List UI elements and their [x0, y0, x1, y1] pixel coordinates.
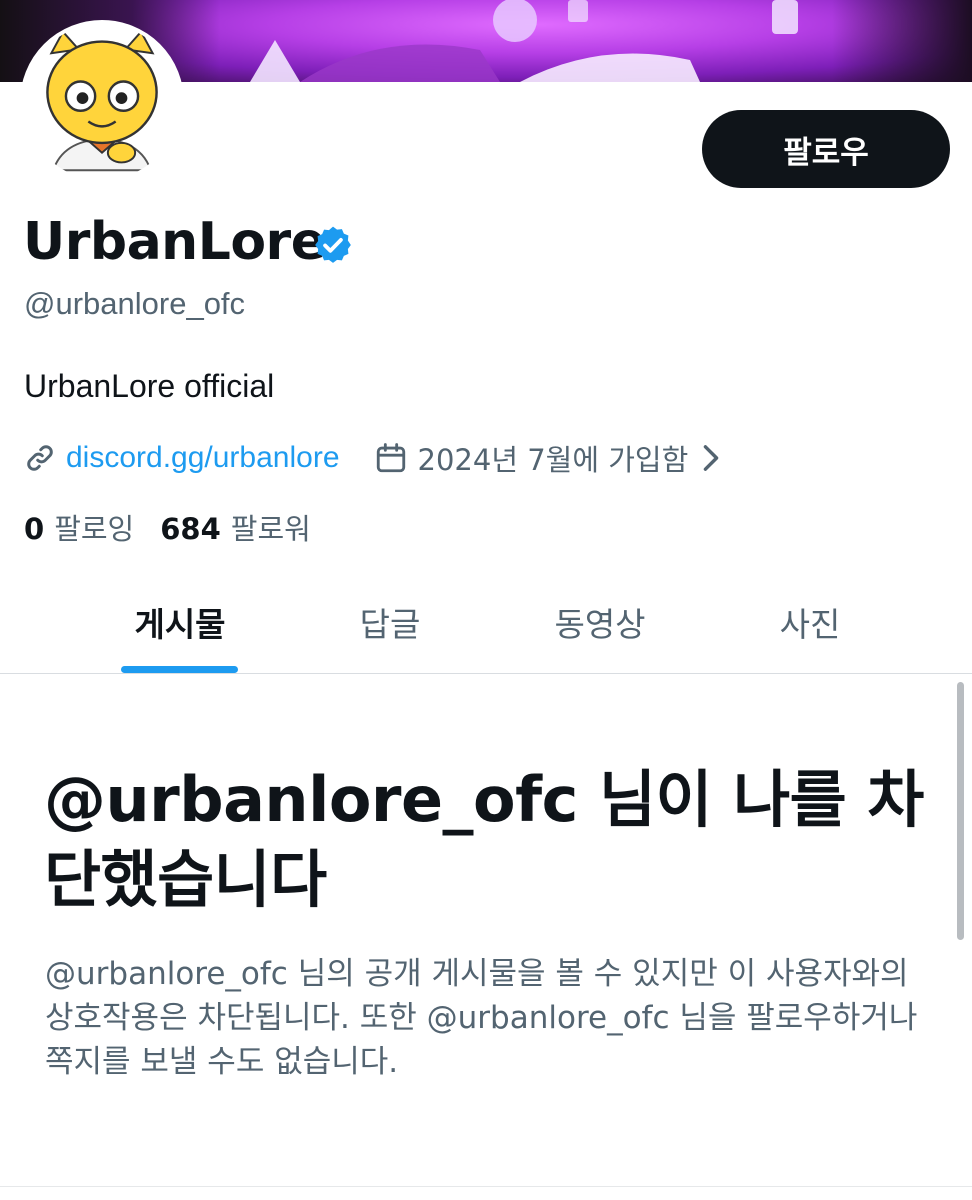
scrollbar-thumb[interactable] — [957, 682, 964, 940]
blocked-notice-description: @urbanlore_ofc 님의 공개 게시물을 볼 수 있지만 이 사용자와… — [45, 956, 918, 1080]
tab-videos[interactable]: 동영상 — [495, 570, 705, 674]
following-count[interactable]: 0 — [24, 512, 44, 546]
tab-posts[interactable]: 게시물 — [75, 570, 285, 674]
verified-badge-icon[interactable] — [312, 224, 354, 266]
following-label[interactable]: 팔로잉 — [54, 506, 134, 548]
bottom-divider — [0, 1186, 972, 1187]
tab-replies[interactable]: 답글 — [285, 570, 495, 674]
profile-avatar[interactable] — [20, 20, 184, 184]
profile-handle: @urbanlore_ofc — [24, 286, 246, 321]
profile-display-name: UrbanLore — [23, 212, 326, 272]
chevron-right-icon[interactable] — [700, 444, 722, 472]
avatar-character-icon — [24, 24, 180, 180]
profile-tabs: 게시물 답글 동영상 사진 — [0, 570, 972, 674]
profile-stats: 0 팔로잉 684 팔로워 — [24, 506, 337, 548]
profile-website-link[interactable]: discord.gg/urbanlore — [66, 441, 340, 475]
tab-photos[interactable]: 사진 — [705, 570, 915, 674]
followers-label[interactable]: 팔로워 — [231, 506, 311, 548]
calendar-icon — [376, 443, 405, 473]
follow-button[interactable]: 팔로우 — [702, 110, 950, 188]
active-tab-indicator — [121, 666, 238, 673]
profile-meta-row: discord.gg/urbanlore 2024년 7월에 가입함 — [22, 436, 722, 480]
blocked-notice-title: @urbanlore_ofc 님이 나를 차단했습니다 — [44, 763, 924, 916]
profile-join-date[interactable]: 2024년 7월에 가입함 — [418, 437, 689, 479]
followers-count[interactable]: 684 — [160, 512, 221, 546]
link-icon — [27, 445, 53, 471]
profile-bio: UrbanLore official — [24, 368, 275, 404]
